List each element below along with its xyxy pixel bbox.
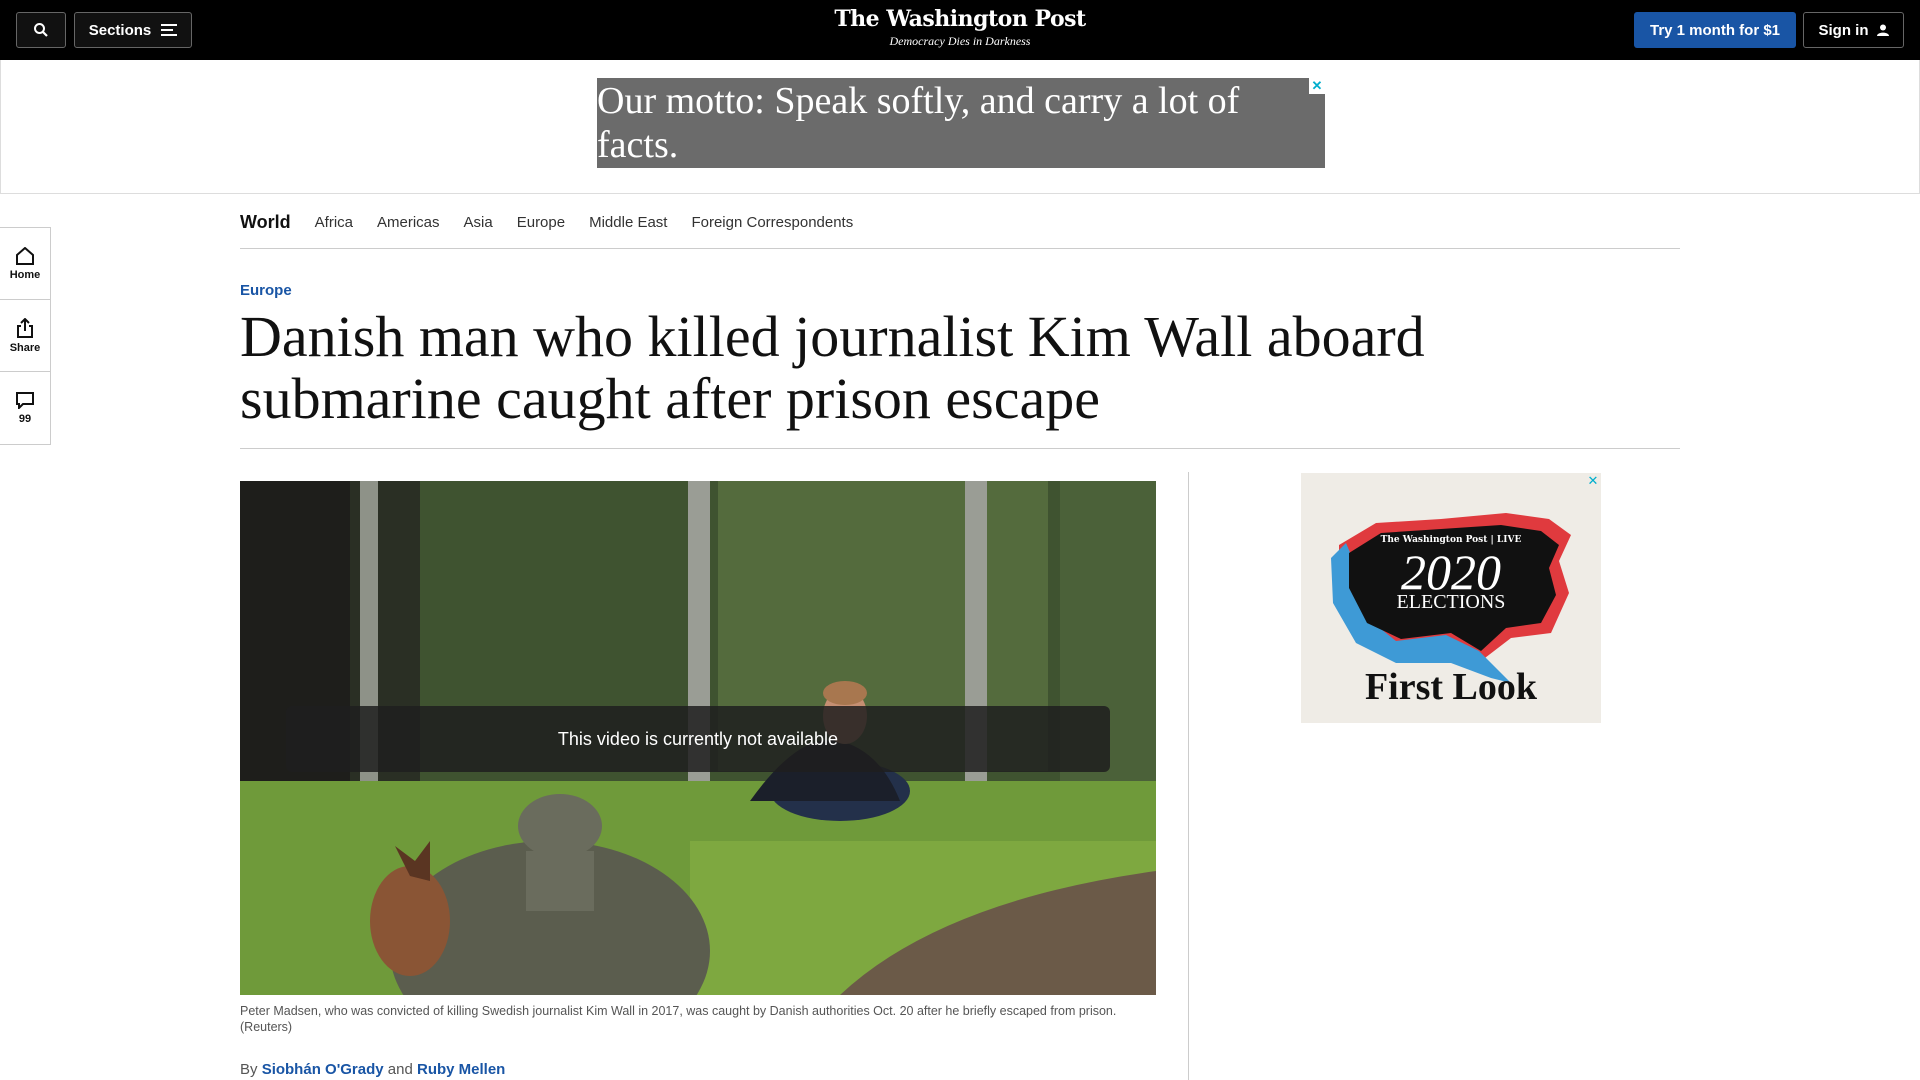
top-navigation-bar: Sections The Washington Post Democracy D…	[0, 0, 1920, 60]
author-link-1[interactable]: Siobhán O'Grady	[262, 1061, 384, 1078]
video-unavailable-message: This video is currently not available	[286, 706, 1110, 772]
home-icon	[16, 246, 34, 265]
article-headline: Danish man who killed journalist Kim Wal…	[240, 304, 1425, 431]
side-ad-year: 2020	[1401, 544, 1501, 600]
search-icon	[34, 23, 48, 37]
section-nav-americas[interactable]: Americas	[377, 214, 440, 231]
byline: By Siobhán O'Grady and Ruby Mellen	[240, 1061, 505, 1078]
sections-label: Sections	[88, 21, 152, 39]
article-kicker[interactable]: Europe	[240, 282, 292, 299]
home-button[interactable]: Home	[0, 228, 50, 300]
byline-prefix: By	[240, 1061, 258, 1078]
author-link-2[interactable]: Ruby Mellen	[417, 1061, 505, 1078]
ad-close-icon[interactable]: ✕	[1585, 473, 1601, 489]
headline-divider	[240, 448, 1680, 449]
share-icon	[17, 317, 33, 338]
section-nav-asia[interactable]: Asia	[464, 214, 493, 231]
sign-in-button[interactable]: Sign in	[1803, 12, 1904, 48]
section-nav-europe[interactable]: Europe	[517, 214, 565, 231]
left-action-rail: Home Share 99	[0, 227, 51, 445]
side-ad-subtitle: First Look	[1364, 666, 1538, 708]
section-nav-africa[interactable]: Africa	[315, 214, 353, 231]
search-button[interactable]	[16, 12, 66, 48]
top-banner-ad[interactable]: Our motto: Speak softly, and carry a lot…	[597, 78, 1325, 168]
comments-button[interactable]: 99	[0, 372, 50, 444]
comment-icon	[16, 392, 34, 409]
byline-and: and	[387, 1061, 413, 1078]
home-label: Home	[9, 268, 41, 281]
menu-icon	[161, 24, 178, 36]
column-divider	[1188, 472, 1189, 1080]
top-ad-band: Our motto: Speak softly, and carry a lot…	[0, 60, 1920, 194]
section-nav: World Africa Americas Asia Europe Middle…	[240, 196, 1680, 249]
section-nav-foreign-correspondents[interactable]: Foreign Correspondents	[691, 214, 853, 231]
share-label: Share	[9, 341, 41, 354]
comments-count: 99	[18, 413, 32, 425]
side-ad-title: ELECTIONS	[1396, 591, 1506, 613]
logo-name: The Washington Post	[834, 6, 1086, 32]
user-icon	[1876, 24, 1889, 36]
subscribe-button[interactable]: Try 1 month for $1	[1634, 12, 1796, 48]
video-player[interactable]: This video is currently not available	[240, 481, 1156, 995]
top-ad-text: Our motto: Speak softly, and carry a lot…	[597, 80, 1240, 166]
video-caption: Peter Madsen, who was convicted of killi…	[240, 1004, 1117, 1034]
logo-tagline: Democracy Dies in Darkness	[889, 34, 1031, 48]
ad-close-icon[interactable]: ✕	[1309, 78, 1325, 94]
share-button[interactable]: Share	[0, 300, 50, 372]
site-logo[interactable]: The Washington Post Democracy Dies in Da…	[760, 6, 1160, 49]
section-nav-world[interactable]: World	[240, 212, 291, 233]
section-nav-middle-east[interactable]: Middle East	[589, 214, 667, 231]
sign-in-label: Sign in	[1818, 21, 1869, 39]
side-ad[interactable]: The Washington Post | LIVE 2020 ELECTION…	[1301, 473, 1601, 723]
sections-button[interactable]: Sections	[74, 12, 192, 48]
